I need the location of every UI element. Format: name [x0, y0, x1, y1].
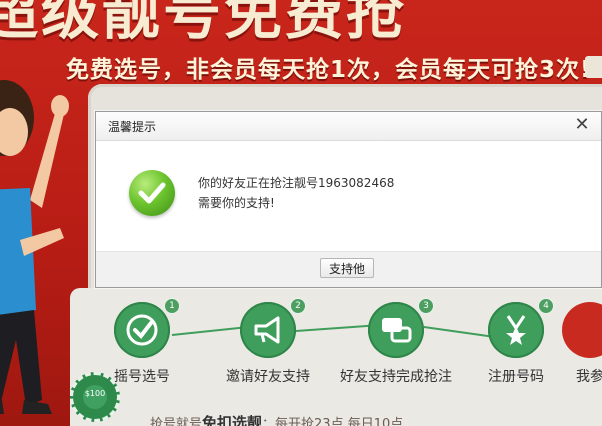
- chip-text: $100: [83, 385, 107, 409]
- support-button[interactable]: 支持他: [320, 258, 374, 278]
- message-line-2: 需要你的支持!: [198, 196, 275, 210]
- dialog-footer: 支持他: [96, 251, 601, 287]
- step-number: 3: [418, 298, 434, 314]
- side-badge-icon: [585, 56, 602, 78]
- dialog-header: 温馨提示 ✕: [96, 112, 601, 141]
- coin-chip-icon: $100: [70, 372, 120, 422]
- megaphone-icon: 2: [240, 298, 306, 358]
- step-3: 3 好友支持完成抢注: [336, 298, 456, 386]
- step-label: 我参: [576, 369, 602, 385]
- dialog-title: 温馨提示: [108, 120, 157, 134]
- dialog-message: 你的好友正在抢注靓号1963082468 需要你的支持!: [198, 173, 394, 213]
- tip-dialog: 温馨提示 ✕ 你的好友正在抢注靓号1963082468 需要你的支持! 支持他: [95, 111, 602, 288]
- step-label: 邀请好友支持: [226, 369, 310, 385]
- success-check-icon: [129, 170, 175, 216]
- bottom-notice-suffix: ：每开抢23点 每日10点: [262, 417, 404, 426]
- hero-subline: 免费选号，非会员每天抢1次，会员每天可抢3次!: [66, 57, 592, 83]
- bottom-notice-bold: 免扣选靓: [202, 414, 263, 426]
- chat-bubbles-icon: 3: [368, 298, 434, 358]
- step-number: 2: [290, 298, 306, 314]
- step-5-partial: 我参: [560, 302, 602, 386]
- dialog-body: 你的好友正在抢注靓号1963082468 需要你的支持!: [96, 141, 601, 251]
- check-circle-icon: 1: [114, 298, 180, 358]
- step-2: 2 邀请好友支持: [208, 298, 328, 386]
- step-label: 好友支持完成抢注: [340, 369, 452, 385]
- step-number: 1: [164, 298, 180, 314]
- step-number: 4: [538, 298, 554, 314]
- close-icon[interactable]: ✕: [573, 116, 591, 134]
- bottom-notice: 抢号就号免扣选靓：每开抢23点 每日10点: [150, 412, 403, 426]
- step-4: 4 注册号码: [456, 298, 576, 386]
- bottom-notice-prefix: 抢号就号: [150, 417, 203, 426]
- hero-headline: 超级靓号免费抢: [0, 0, 408, 47]
- medal-star-icon: 4: [488, 298, 554, 358]
- step-label: 注册号码: [488, 369, 544, 385]
- step-5-icon: [562, 302, 602, 358]
- message-line-1: 你的好友正在抢注靓号1963082468: [198, 176, 395, 190]
